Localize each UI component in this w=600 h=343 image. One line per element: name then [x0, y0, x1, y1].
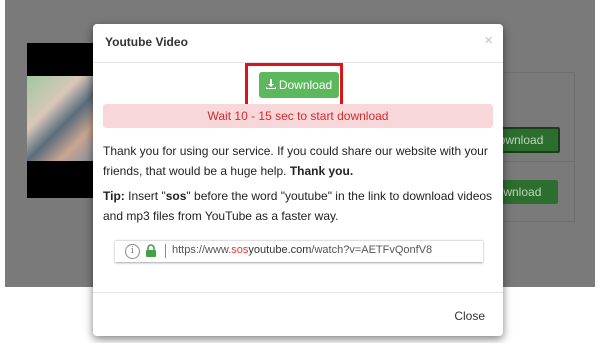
url-highlight: sos	[231, 244, 249, 256]
example-url-bar: i https://www.sosyoutube.com/watch?v=AET…	[115, 240, 483, 262]
url-path: /watch?v=AETFvQonfV8	[311, 244, 433, 256]
tip-message: Tip: Insert "sos" before the word "youtu…	[103, 186, 495, 226]
modal-title: Youtube Video	[105, 35, 188, 49]
close-icon[interactable]: ×	[484, 32, 493, 49]
info-icon: i	[125, 244, 140, 259]
modal-header: Youtube Video ×	[93, 24, 503, 63]
tip-pre: Insert "	[128, 189, 166, 203]
url-prefix: https://www.	[172, 244, 232, 256]
wait-alert: Wait 10 - 15 sec to start download	[103, 104, 493, 128]
url-separator	[165, 244, 166, 258]
modal-footer: Close	[93, 292, 503, 337]
tip-keyword: sos	[165, 189, 187, 203]
download-button-label: Download	[278, 78, 333, 92]
download-button[interactable]: Download	[259, 72, 339, 98]
download-icon	[265, 73, 276, 99]
lock-icon	[146, 244, 156, 257]
thanks-message: Thank you for using our service. If you …	[103, 141, 495, 181]
example-url: https://www.sosyoutube.com/watch?v=AETFv…	[172, 244, 432, 256]
tip-label: Tip:	[103, 189, 125, 203]
youtube-video-modal: Youtube Video × Download Wait 10 - 15 se…	[93, 24, 503, 336]
video-thumbnail	[27, 43, 97, 198]
url-domain: youtube.com	[248, 244, 312, 256]
thanks-bold: Thank you.	[289, 164, 354, 178]
video-thumbnail-image	[27, 76, 97, 161]
close-button[interactable]: Close	[454, 309, 485, 323]
